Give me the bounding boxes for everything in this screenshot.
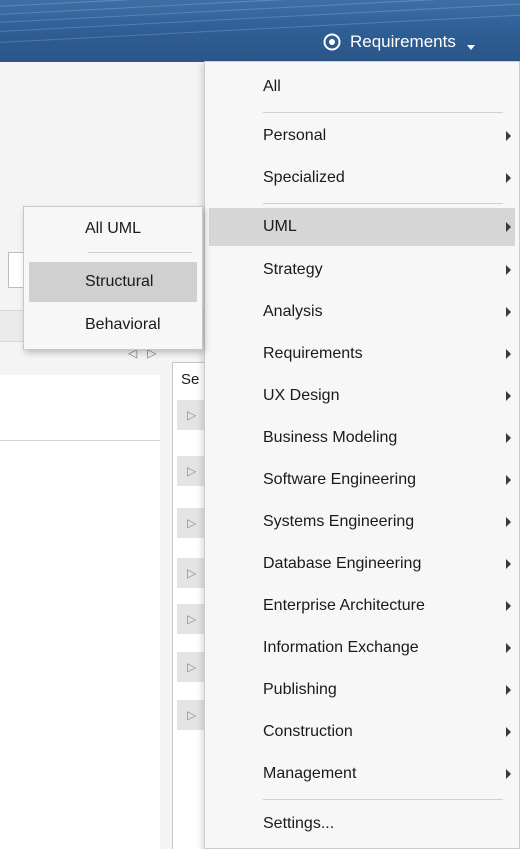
menu-item-label: UX Design xyxy=(263,387,340,404)
menu-item-business-modeling[interactable]: Business Modeling xyxy=(209,419,515,457)
menu-item-label: Information Exchange xyxy=(263,639,419,656)
menu-item-personal[interactable]: Personal xyxy=(209,117,515,155)
menu-item-database-engineering[interactable]: Database Engineering xyxy=(209,545,515,583)
menu-item-systems-engineering[interactable]: Systems Engineering xyxy=(209,503,515,541)
perspective-menu: All Personal Specialized UML Strategy An… xyxy=(204,61,520,849)
menu-item-label: Software Engineering xyxy=(263,471,416,488)
menu-item-label: Business Modeling xyxy=(263,429,398,446)
expand-icon[interactable]: ▷ xyxy=(187,516,196,530)
expand-icon[interactable]: ▷ xyxy=(187,566,196,580)
submenu-arrow-icon xyxy=(506,769,511,779)
submenu-arrow-icon xyxy=(506,643,511,653)
menu-item-label: All xyxy=(263,78,281,95)
submenu-arrow-icon xyxy=(506,131,511,141)
expand-icon[interactable]: ▷ xyxy=(187,612,196,626)
menu-item-label: Settings... xyxy=(263,815,335,832)
menu-item-label: UML xyxy=(263,218,297,235)
menu-separator xyxy=(263,112,503,113)
uml-submenu: All UML Structural Behavioral xyxy=(23,206,203,350)
perspective-label: Requirements xyxy=(350,32,456,51)
submenu-arrow-icon xyxy=(506,475,511,485)
menu-item-strategy[interactable]: Strategy xyxy=(209,251,515,289)
menu-item-management[interactable]: Management xyxy=(209,755,515,793)
menu-item-software-engineering[interactable]: Software Engineering xyxy=(209,461,515,499)
menu-item-label: Specialized xyxy=(263,169,345,186)
menu-item-construction[interactable]: Construction xyxy=(209,713,515,751)
menu-separator xyxy=(263,203,503,204)
submenu-item-label: Behavioral xyxy=(85,316,161,333)
submenu-arrow-icon xyxy=(506,349,511,359)
menu-item-uml[interactable]: UML xyxy=(209,208,515,246)
menu-item-label: Requirements xyxy=(263,345,363,362)
caret-down-icon xyxy=(466,37,476,50)
menu-item-ux-design[interactable]: UX Design xyxy=(209,377,515,415)
eye-icon xyxy=(322,32,342,52)
menu-item-label: Management xyxy=(263,765,357,782)
perspective-dropdown-button[interactable]: Requirements xyxy=(322,28,476,56)
menu-item-settings[interactable]: Settings... xyxy=(209,805,515,843)
submenu-arrow-icon xyxy=(506,173,511,183)
submenu-arrow-icon xyxy=(506,601,511,611)
submenu-arrow-icon xyxy=(506,391,511,401)
submenu-arrow-icon xyxy=(506,433,511,443)
menu-item-label: Publishing xyxy=(263,681,337,698)
menu-item-label: Analysis xyxy=(263,303,323,320)
expand-icon[interactable]: ▷ xyxy=(187,408,196,422)
search-field[interactable] xyxy=(8,252,24,288)
expand-icon[interactable]: ▷ xyxy=(187,464,196,478)
menu-item-label: Enterprise Architecture xyxy=(263,597,425,614)
menu-item-label: Construction xyxy=(263,723,353,740)
submenu-arrow-icon xyxy=(506,727,511,737)
submenu-item-label: All UML xyxy=(85,220,142,237)
submenu-item-all-uml[interactable]: All UML xyxy=(29,209,197,249)
menu-item-requirements[interactable]: Requirements xyxy=(209,335,515,373)
menu-item-label: Systems Engineering xyxy=(263,513,415,530)
submenu-arrow-icon xyxy=(506,265,511,275)
submenu-separator xyxy=(88,252,192,253)
submenu-arrow-icon xyxy=(506,517,511,527)
expand-icon[interactable]: ▷ xyxy=(187,660,196,674)
submenu-item-behavioral[interactable]: Behavioral xyxy=(29,305,197,345)
menu-item-information-exchange[interactable]: Information Exchange xyxy=(209,629,515,667)
left-panel-content xyxy=(0,375,161,849)
menu-item-specialized[interactable]: Specialized xyxy=(209,159,515,197)
submenu-arrow-icon xyxy=(506,685,511,695)
submenu-arrow-icon xyxy=(506,307,511,317)
divider xyxy=(0,440,160,441)
submenu-item-structural[interactable]: Structural xyxy=(29,262,197,302)
menu-item-enterprise-architecture[interactable]: Enterprise Architecture xyxy=(209,587,515,625)
menu-item-label: Strategy xyxy=(263,261,323,278)
submenu-arrow-icon xyxy=(506,222,511,232)
submenu-arrow-icon xyxy=(506,559,511,569)
menu-item-analysis[interactable]: Analysis xyxy=(209,293,515,331)
menu-item-label: Database Engineering xyxy=(263,555,422,572)
title-bar: Requirements xyxy=(0,0,520,62)
ribbon-streak xyxy=(0,0,520,25)
menu-item-all[interactable]: All xyxy=(209,68,515,106)
menu-item-label: Personal xyxy=(263,127,327,144)
menu-separator xyxy=(263,799,503,800)
expand-icon[interactable]: ▷ xyxy=(187,708,196,722)
menu-item-publishing[interactable]: Publishing xyxy=(209,671,515,709)
submenu-item-label: Structural xyxy=(85,273,154,290)
